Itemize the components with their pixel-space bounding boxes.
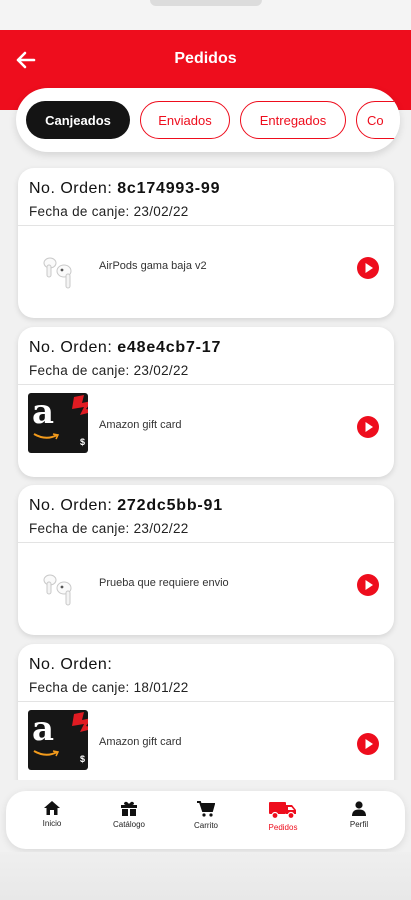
bottom-navigation: Inicio Catálogo Carrito Pedidos Perfil bbox=[6, 791, 405, 849]
notch bbox=[150, 0, 262, 6]
order-detail-button[interactable] bbox=[356, 573, 380, 597]
nav-perfil[interactable]: Perfil bbox=[324, 801, 394, 841]
status-tabs: Canjeados Enviados Entregados Co bbox=[16, 88, 400, 152]
divider bbox=[18, 542, 394, 543]
nav-pedidos[interactable]: Pedidos bbox=[248, 801, 318, 841]
system-nav-area bbox=[0, 852, 411, 900]
redeem-date: Fecha de canje: 23/02/22 bbox=[29, 363, 189, 378]
redeem-date: Fecha de canje: 23/02/22 bbox=[29, 521, 189, 536]
truck-icon bbox=[269, 802, 296, 819]
airpods-image bbox=[28, 237, 88, 297]
order-number-label: No. Orden: bbox=[29, 180, 113, 197]
tab-enviados[interactable]: Enviados bbox=[140, 101, 230, 139]
order-detail-button[interactable] bbox=[356, 256, 380, 280]
amazon-gift-card-image: a $ bbox=[28, 393, 88, 453]
order-card: No. Orden: 272dc5bb-91 Fecha de canje: 2… bbox=[18, 485, 394, 635]
nav-carrito[interactable]: Carrito bbox=[171, 801, 241, 841]
play-circle-icon bbox=[357, 416, 379, 438]
order-card: No. Orden: e48e4cb7-17 Fecha de canje: 2… bbox=[18, 327, 394, 477]
nav-label: Inicio bbox=[42, 819, 62, 828]
order-number-label: No. Orden: bbox=[29, 656, 113, 673]
play-circle-icon bbox=[357, 733, 379, 755]
tab-entregados[interactable]: Entregados bbox=[240, 101, 346, 139]
order-number-label: No. Orden: bbox=[29, 339, 113, 356]
airpods-image bbox=[28, 554, 88, 614]
tab-canjeados[interactable]: Canjeados bbox=[26, 101, 130, 139]
order-detail-button[interactable] bbox=[356, 732, 380, 756]
product-name: AirPods gama baja v2 bbox=[99, 260, 207, 272]
play-circle-icon bbox=[357, 574, 379, 596]
tab-partial[interactable]: Co bbox=[356, 101, 400, 139]
redeem-date: Fecha de canje: 18/01/22 bbox=[29, 680, 189, 695]
redeem-date: Fecha de canje: 23/02/22 bbox=[29, 204, 189, 219]
home-icon bbox=[44, 801, 60, 815]
order-number: No. Orden: bbox=[29, 656, 112, 674]
order-number: No. Orden: 8c174993-99 bbox=[29, 180, 220, 198]
divider bbox=[18, 225, 394, 226]
order-card: No. Orden: Fecha de canje: 18/01/22 a $ … bbox=[18, 644, 394, 780]
orders-list[interactable]: No. Orden: 8c174993-99 Fecha de canje: 2… bbox=[0, 160, 411, 780]
divider bbox=[18, 384, 394, 385]
cart-icon bbox=[197, 801, 215, 817]
product-name: Prueba que requiere envio bbox=[99, 577, 229, 589]
nav-catalogo[interactable]: Catálogo bbox=[94, 801, 164, 841]
product-name: Amazon gift card bbox=[99, 419, 182, 431]
nav-inicio[interactable]: Inicio bbox=[17, 801, 87, 841]
person-icon bbox=[352, 801, 366, 816]
nav-label: Carrito bbox=[193, 821, 218, 830]
play-circle-icon bbox=[357, 257, 379, 279]
status-bar bbox=[0, 0, 411, 30]
order-id: e48e4cb7-17 bbox=[117, 339, 222, 356]
order-id: 8c174993-99 bbox=[117, 180, 221, 197]
nav-label: Pedidos bbox=[268, 823, 298, 832]
amazon-gift-card-image: a $ bbox=[28, 710, 88, 770]
order-detail-button[interactable] bbox=[356, 415, 380, 439]
nav-label: Perfil bbox=[349, 820, 369, 829]
product-name: Amazon gift card bbox=[99, 736, 182, 748]
order-id: 272dc5bb-91 bbox=[117, 497, 223, 514]
order-number: No. Orden: 272dc5bb-91 bbox=[29, 497, 223, 515]
order-number-label: No. Orden: bbox=[29, 497, 113, 514]
order-card: No. Orden: 8c174993-99 Fecha de canje: 2… bbox=[18, 168, 394, 318]
divider bbox=[18, 701, 394, 702]
nav-label: Catálogo bbox=[112, 820, 146, 829]
gift-icon bbox=[121, 801, 137, 816]
order-number: No. Orden: e48e4cb7-17 bbox=[29, 339, 221, 357]
page-title: Pedidos bbox=[174, 50, 237, 67]
